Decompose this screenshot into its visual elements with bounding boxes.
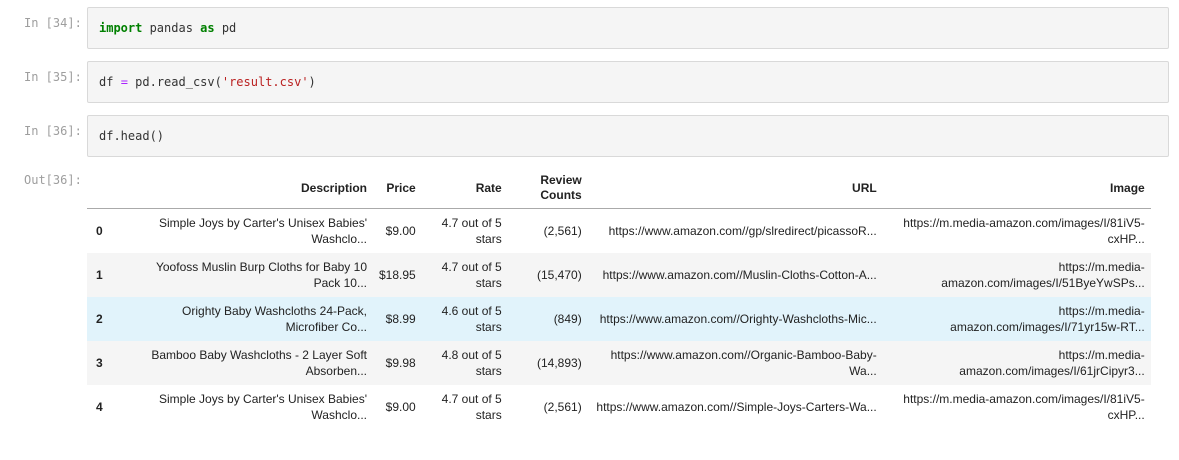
cell-price: $9.00 — [385, 223, 416, 238]
code-editor[interactable]: df = pd.read_csv('result.csv') — [87, 61, 1169, 103]
code-line: df = pd.read_csv('result.csv') — [99, 74, 316, 90]
cell-review-counts: (2,561) — [543, 223, 582, 238]
code-line: df.head() — [99, 128, 164, 144]
cell-description: Bamboo Baby Washcloths - 2 Layer Soft Ab… — [151, 347, 367, 378]
column-header-price: Price — [373, 168, 422, 209]
code-line: import pandas as pd — [99, 20, 236, 36]
code-keyword: import — [99, 21, 143, 35]
cell-rate: 4.7 out of 5 stars — [441, 391, 502, 422]
input-prompt: In [34]: — [24, 16, 82, 30]
cell-description: Simple Joys by Carter's Unisex Babies' W… — [159, 215, 367, 246]
cell-image: https://m.media-amazon.com/images/I/61jr… — [959, 347, 1145, 378]
code-editor[interactable]: import pandas as pd — [87, 7, 1169, 49]
cell-url: https://www.amazon.com//Organic-Bamboo-B… — [610, 347, 877, 378]
cell-description: Orighty Baby Washcloths 24-Pack, Microfi… — [182, 303, 367, 334]
input-prompt: In [35]: — [24, 70, 82, 84]
row-index: 0 — [96, 223, 103, 238]
table-row: 0 Simple Joys by Carter's Unisex Babies'… — [87, 209, 1151, 253]
table-row: 1 Yoofoss Muslin Burp Cloths for Baby 10… — [87, 252, 1151, 297]
column-header-rate: Rate — [421, 168, 508, 209]
cell-description: Simple Joys by Carter's Unisex Babies' W… — [159, 391, 367, 422]
cell-url: https://www.amazon.com//gp/slredirect/pi… — [608, 223, 877, 238]
cell-url: https://www.amazon.com//Muslin-Cloths-Co… — [602, 267, 877, 282]
column-header-review-counts: Review Counts — [507, 168, 588, 209]
cell-review-counts: (849) — [553, 311, 582, 326]
table-row: 3 Bamboo Baby Washcloths - 2 Layer Soft … — [87, 340, 1151, 385]
code-text: pandas — [142, 21, 201, 35]
code-text: pd.read_csv( — [127, 75, 222, 89]
cell-review-counts: (15,470) — [537, 267, 582, 282]
cell-image: https://m.media-amazon.com/images/I/71yr… — [950, 303, 1145, 334]
cell-review-counts: (2,561) — [543, 399, 582, 414]
table-row: 4 Simple Joys by Carter's Unisex Babies'… — [87, 385, 1151, 429]
code-string: 'result.csv' — [221, 75, 309, 89]
dataframe-table: Description Price Rate Review Counts URL… — [87, 168, 1151, 429]
column-header-url: URL — [587, 168, 883, 209]
input-prompt: In [36]: — [24, 124, 82, 138]
cell-image: https://m.media-amazon.com/images/I/81iV… — [903, 391, 1145, 422]
cell-url: https://www.amazon.com//Orighty-Washclot… — [599, 311, 877, 326]
cell-image: https://m.media-amazon.com/images/I/81iV… — [903, 215, 1145, 246]
cell-price: $9.98 — [385, 355, 416, 370]
cell-price: $8.99 — [385, 311, 416, 326]
output-prompt: Out[36]: — [24, 173, 82, 187]
cell-url: https://www.amazon.com//Simple-Joys-Cart… — [596, 399, 877, 414]
cell-rate: 4.6 out of 5 stars — [441, 303, 502, 334]
table-row: 2 Orighty Baby Washcloths 24-Pack, Micro… — [87, 296, 1151, 341]
cell-rate: 4.8 out of 5 stars — [441, 347, 502, 378]
row-index: 1 — [96, 267, 103, 282]
code-text: df.head() — [99, 129, 165, 143]
code-text: ) — [308, 75, 316, 89]
row-index: 4 — [96, 399, 103, 414]
cell-price: $18.95 — [379, 267, 416, 282]
cell-review-counts: (14,893) — [537, 355, 582, 370]
cell-description: Yoofoss Muslin Burp Cloths for Baby 10 P… — [155, 259, 367, 290]
code-text: pd — [214, 21, 237, 35]
column-header-index — [87, 168, 129, 209]
cell-price: $9.00 — [385, 399, 416, 414]
cell-image: https://m.media-amazon.com/images/I/51By… — [941, 259, 1145, 290]
table-header-row: Description Price Rate Review Counts URL… — [87, 168, 1151, 209]
code-operator: = — [120, 75, 128, 89]
row-index: 3 — [96, 355, 103, 370]
row-index: 2 — [96, 311, 103, 326]
code-keyword: as — [200, 21, 215, 35]
code-editor[interactable]: df.head() — [87, 115, 1169, 157]
column-header-image: Image — [882, 168, 1151, 209]
column-header-description: Description — [129, 168, 373, 209]
code-text: df — [99, 75, 121, 89]
cell-rate: 4.7 out of 5 stars — [441, 215, 502, 246]
cell-rate: 4.7 out of 5 stars — [441, 259, 502, 290]
